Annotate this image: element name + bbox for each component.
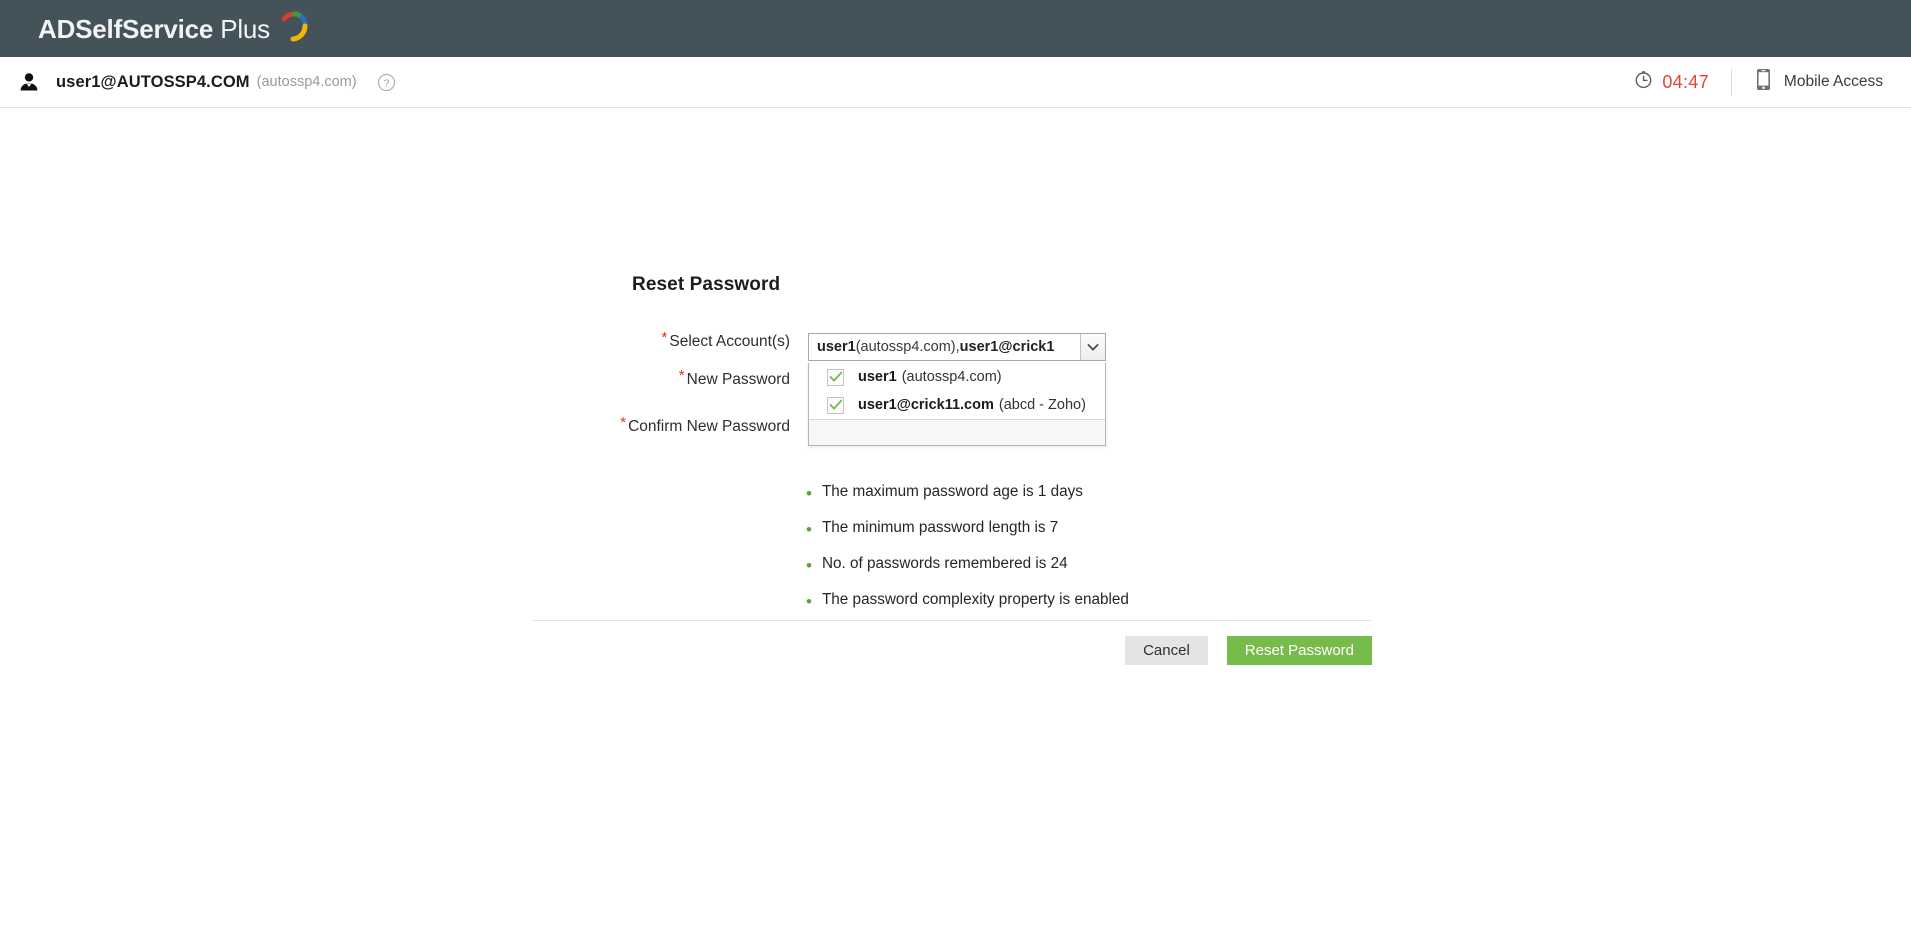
session-timer-value: 04:47 [1662,71,1709,92]
label-select-accounts-text: Select Account(s) [669,333,790,350]
policy-text: The maximum password age is 1 days [821,483,1083,500]
option-name: user1@crick11.com [858,397,994,413]
user-identity: user1@AUTOSSP4.COM (autossp4.com) ? [18,71,396,93]
cancel-button[interactable]: Cancel [1125,636,1208,665]
required-asterisk: * [678,367,685,384]
label-new-password-text: New Password [686,371,790,388]
brand-title: ADSelfService Plus [38,13,270,44]
user-domain: (autossp4.com) [256,74,357,90]
user-info-bar: user1@AUTOSSP4.COM (autossp4.com) ? 04:4… [0,57,1911,108]
bullet-icon: • [806,592,812,611]
help-icon[interactable]: ? [377,73,396,92]
mobile-access-button[interactable]: Mobile Access [1732,68,1891,96]
policy-item: • No. of passwords remembered is 24 [806,555,1129,575]
select-accounts-option-1[interactable]: user1@crick11.com (abcd - Zoho) [809,391,1105,419]
user-bar-actions: 04:47 Mobile Access [1634,57,1891,107]
select-accounts-option-list[interactable]: user1 (autossp4.com) user1@crick11.com (… [808,363,1106,446]
clock-icon [1634,70,1653,94]
option-detail: (abcd - Zoho) [998,397,1086,413]
label-select-accounts: * Select Account(s) [662,329,790,351]
brand-logo[interactable]: ADSelfService Plus [38,9,311,46]
policy-text: The password complexity property is enab… [821,591,1129,608]
option-list-footer [809,419,1105,445]
policy-text: The minimum password length is 7 [821,519,1059,536]
chevron-down-icon[interactable] [1080,334,1105,360]
mobile-access-label: Mobile Access [1783,73,1883,90]
password-policy-list: • The maximum password age is 1 days • T… [806,483,1129,627]
session-timer: 04:47 [1634,70,1731,94]
label-new-password: * New Password [679,367,790,389]
option-detail: (autossp4.com) [901,369,1002,385]
required-asterisk: * [620,414,627,431]
checkbox-checked-icon[interactable] [827,368,844,386]
policy-text: No. of passwords remembered is 24 [821,555,1068,572]
mobile-phone-icon [1756,68,1771,96]
required-asterisk: * [661,329,668,346]
bullet-icon: • [806,556,812,575]
select-accounts-option-0[interactable]: user1 (autossp4.com) [809,363,1105,391]
reset-password-button[interactable]: Reset Password [1226,636,1372,665]
select-accounts-value: user1 (autossp4.com), user1@crick1 [809,334,1080,360]
form-row-select-accounts: * Select Account(s) user1 (autossp4.com),… [0,329,1911,361]
user-name: user1@AUTOSSP4.COM [56,72,250,91]
checkbox-checked-icon[interactable] [827,396,844,414]
avatar-icon [18,71,40,93]
selected-account-1-detail: (autossp4.com), [855,339,960,355]
policy-item: • The minimum password length is 7 [806,519,1129,539]
page-title: Reset Password [632,274,781,295]
policy-item: • The password complexity property is en… [806,591,1129,611]
section-divider [532,620,1372,621]
selected-account-2: user1@crick1 [959,339,1055,355]
app-header: ADSelfService Plus [0,0,1911,57]
option-name: user1 [858,369,897,385]
label-confirm-password-text: Confirm New Password [628,418,790,435]
main-content: Reset Password * Select Account(s) user1 … [0,108,1911,934]
selected-account-1: user1 [817,339,856,355]
form-actions: Cancel Reset Password [532,636,1372,665]
select-accounts-dropdown[interactable]: user1 (autossp4.com), user1@crick1 [808,333,1106,361]
label-confirm-password: * Confirm New Password [620,414,790,436]
svg-text:?: ? [383,77,389,89]
field-select-accounts: user1 (autossp4.com), user1@crick1 [808,333,1106,361]
brand-swoosh-icon [277,9,311,43]
bullet-icon: • [806,520,812,539]
bullet-icon: • [806,484,812,503]
policy-item: • The maximum password age is 1 days [806,483,1129,503]
